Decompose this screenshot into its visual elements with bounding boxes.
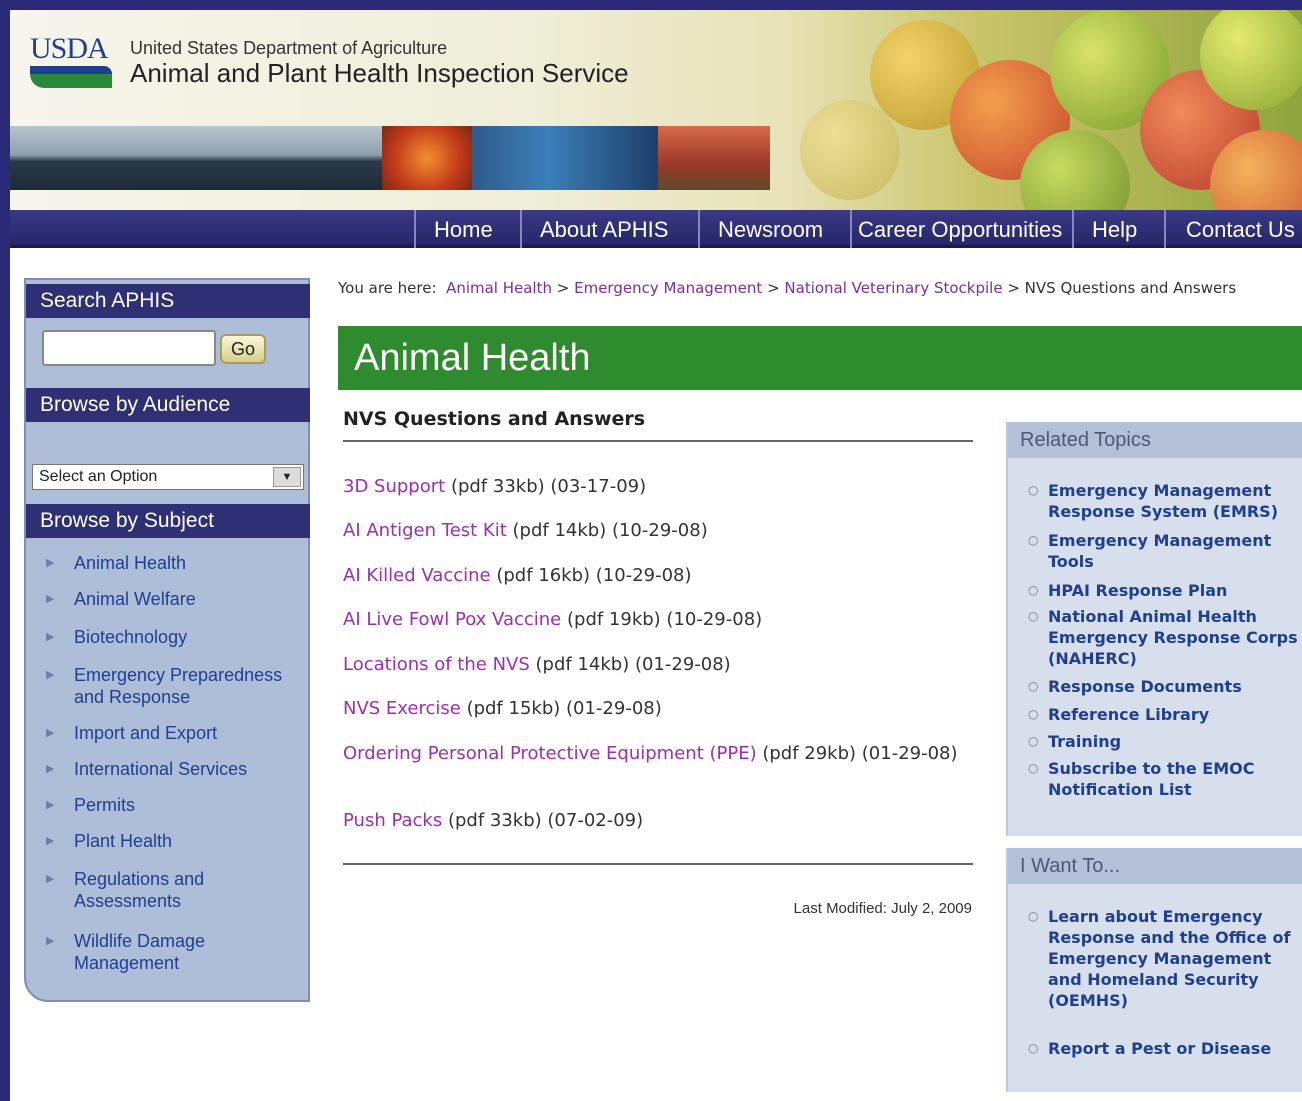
document-info: (pdf 33kb) (07-02-09) bbox=[447, 810, 644, 831]
nav-contact-us[interactable]: Contact Us bbox=[1164, 210, 1302, 248]
divider bbox=[343, 863, 973, 865]
document-link[interactable]: Locations of the NVS bbox=[343, 654, 530, 675]
document-info: (pdf 15kb) (01-29-08) bbox=[466, 698, 662, 719]
document-item: 3D Support (pdf 33kb) (03-17-09) bbox=[343, 476, 963, 498]
nav-newsroom[interactable]: Newsroom bbox=[698, 210, 850, 248]
document-link[interactable]: AI Killed Vaccine bbox=[343, 565, 491, 586]
circle-bullet-icon: ○ bbox=[1028, 707, 1039, 721]
header-photo-strip bbox=[10, 126, 770, 190]
audience-select-value: Select an Option bbox=[39, 468, 158, 485]
plant-photo bbox=[658, 126, 770, 190]
document-item: AI Killed Vaccine (pdf 16kb) (10-29-08) bbox=[343, 565, 963, 587]
breadcrumb-link-animal-health[interactable]: Animal Health bbox=[446, 279, 552, 297]
page: USDA United States Department of Agricul… bbox=[10, 10, 1302, 1101]
breadcrumb-link-nvs[interactable]: National Veterinary Stockpile bbox=[784, 279, 1002, 297]
i-want-to-box: I Want To... ○ Learn about Emergency Resp… bbox=[1006, 848, 1302, 1092]
document-link[interactable]: Push Packs bbox=[343, 810, 442, 831]
flower-photo bbox=[382, 126, 472, 190]
document-item: AI Live Fowl Pox Vaccine (pdf 19kb) (10-… bbox=[343, 609, 963, 631]
main-navigation: Home About APHIS Newsroom Career Opportu… bbox=[10, 210, 1302, 248]
circle-bullet-icon: ○ bbox=[1028, 734, 1039, 748]
nav-help[interactable]: Help bbox=[1072, 210, 1164, 248]
last-modified: Last Modified: July 2, 2009 bbox=[793, 900, 972, 917]
document-item: AI Antigen Test Kit (pdf 14kb) (10-29-08… bbox=[343, 520, 963, 542]
document-item: Ordering Personal Protective Equipment (… bbox=[343, 743, 963, 765]
circle-bullet-icon: ○ bbox=[1028, 1041, 1039, 1055]
nav-career-opportunities[interactable]: Career Opportunities bbox=[850, 210, 1072, 248]
arrow-bullet-icon: ▶ bbox=[46, 631, 55, 643]
page-title: NVS Questions and Answers bbox=[343, 408, 646, 430]
document-link[interactable]: NVS Exercise bbox=[343, 698, 461, 719]
breadcrumb-prefix: You are here: bbox=[338, 279, 437, 297]
agency-name: Animal and Plant Health Inspection Servi… bbox=[130, 58, 629, 88]
document-item: Locations of the NVS (pdf 14kb) (01-29-0… bbox=[343, 654, 963, 676]
circle-bullet-icon: ○ bbox=[1028, 761, 1039, 775]
document-link[interactable]: Ordering Personal Protective Equipment (… bbox=[343, 743, 757, 764]
nav-about-aphis[interactable]: About APHIS bbox=[520, 210, 698, 248]
ship-photo bbox=[10, 126, 382, 190]
browse-by-subject-heading: Browse by Subject bbox=[26, 504, 310, 538]
document-info: (pdf 14kb) (01-29-08) bbox=[535, 654, 731, 675]
circle-bullet-icon: ○ bbox=[1028, 583, 1039, 597]
usda-logo-text: USDA bbox=[30, 32, 109, 65]
site-header: USDA United States Department of Agricul… bbox=[10, 10, 1302, 210]
arrow-bullet-icon: ▶ bbox=[46, 935, 55, 947]
document-link[interactable]: 3D Support bbox=[343, 476, 445, 497]
related-topics-heading: Related Topics bbox=[1008, 422, 1302, 458]
circle-bullet-icon: ○ bbox=[1028, 909, 1039, 923]
document-info: (pdf 14kb) (10-29-08) bbox=[512, 520, 708, 541]
arrow-bullet-icon: ▶ bbox=[46, 763, 55, 775]
circle-bullet-icon: ○ bbox=[1028, 609, 1039, 623]
search-input[interactable] bbox=[42, 330, 216, 366]
arrow-bullet-icon: ▶ bbox=[46, 835, 55, 847]
breadcrumb: You are here: Animal Health > Emergency … bbox=[338, 279, 1237, 297]
document-info: (pdf 19kb) (10-29-08) bbox=[567, 609, 763, 630]
search-aphis-heading: Search APHIS bbox=[26, 284, 310, 318]
dropdown-arrow-icon[interactable]: ▼ bbox=[273, 467, 301, 487]
nav-home[interactable]: Home bbox=[414, 210, 520, 248]
divider bbox=[343, 440, 973, 442]
arrow-bullet-icon: ▶ bbox=[46, 593, 55, 605]
breadcrumb-link-emergency-management[interactable]: Emergency Management bbox=[574, 279, 762, 297]
arrow-bullet-icon: ▶ bbox=[46, 669, 55, 681]
i-want-to-heading: I Want To... bbox=[1008, 848, 1302, 884]
fruit-image bbox=[800, 100, 900, 200]
document-info: (pdf 33kb) (03-17-09) bbox=[450, 476, 647, 497]
usda-logo[interactable]: USDA bbox=[30, 34, 114, 94]
document-link[interactable]: AI Live Fowl Pox Vaccine bbox=[343, 609, 561, 630]
arrow-bullet-icon: ▶ bbox=[46, 727, 55, 739]
breadcrumb-current: NVS Questions and Answers bbox=[1024, 279, 1237, 297]
arrow-bullet-icon: ▶ bbox=[46, 873, 55, 885]
document-info: (pdf 29kb) (01-29-08) bbox=[762, 743, 958, 764]
circle-bullet-icon: ○ bbox=[1028, 679, 1039, 693]
search-go-button[interactable]: Go bbox=[220, 334, 266, 364]
related-topics-box: Related Topics ○ Emergency Management Res… bbox=[1006, 422, 1302, 836]
document-link[interactable]: AI Antigen Test Kit bbox=[343, 520, 507, 541]
left-sidebar: Search APHIS Go Browse by Audience Selec… bbox=[24, 278, 310, 1002]
arrow-bullet-icon: ▶ bbox=[46, 799, 55, 811]
agency-department: United States Department of Agriculture bbox=[130, 38, 448, 58]
circle-bullet-icon: ○ bbox=[1028, 483, 1039, 497]
document-info: (pdf 16kb) (10-29-08) bbox=[496, 565, 692, 586]
circle-bullet-icon: ○ bbox=[1028, 533, 1039, 547]
document-item: NVS Exercise (pdf 15kb) (01-29-08) bbox=[343, 698, 963, 720]
section-banner: Animal Health bbox=[338, 326, 1302, 390]
browse-by-audience-heading: Browse by Audience bbox=[26, 388, 310, 422]
arrow-bullet-icon: ▶ bbox=[46, 557, 55, 569]
audience-select[interactable]: Select an Option ▼ bbox=[32, 464, 304, 490]
inspection-photo bbox=[472, 126, 658, 190]
document-item: Push Packs (pdf 33kb) (07-02-09) bbox=[343, 810, 963, 832]
